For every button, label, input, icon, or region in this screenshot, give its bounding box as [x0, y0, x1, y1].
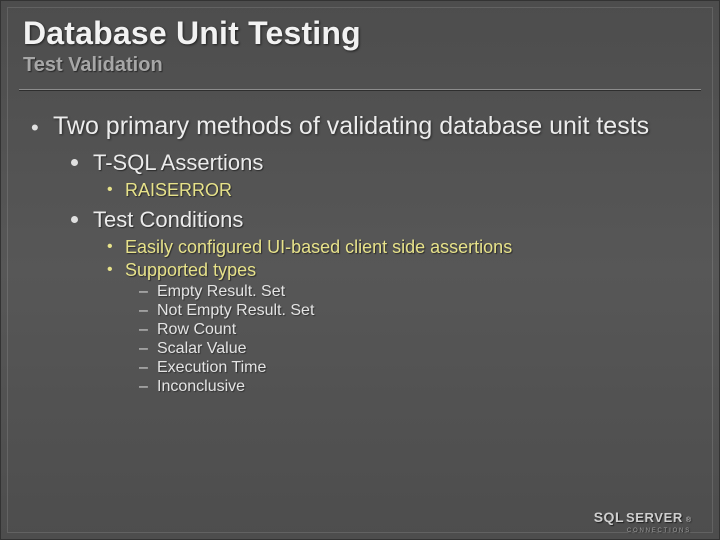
list-item: Empty Result. Set [139, 283, 691, 301]
logo-subtext: CONNECTIONS [627, 528, 691, 534]
bullet-list-level1: Two primary methods of validating databa… [29, 111, 691, 396]
slide-subtitle: Test Validation [23, 54, 697, 77]
slide: Database Unit Testing Test Validation Tw… [0, 0, 720, 540]
bullet-text: Row Count [157, 321, 236, 338]
list-item: RAISERROR [107, 180, 691, 201]
bullet-list-level3: Easily configured UI-based client side a… [93, 237, 691, 396]
logo-text-sql: SQL [594, 509, 624, 525]
bullet-text: Empty Result. Set [157, 283, 285, 300]
list-item: Supported types Empty Result. Set Not Em… [107, 260, 691, 396]
bullet-list-level3: RAISERROR [93, 180, 691, 201]
logo-text-server: SERVER [626, 510, 683, 525]
sqlserver-logo: SQL SERVER ® CONNECTIONS [594, 509, 691, 525]
bullet-text: Execution Time [157, 359, 266, 376]
list-item: Easily configured UI-based client side a… [107, 237, 691, 258]
slide-content: Two primary methods of validating databa… [1, 91, 719, 396]
list-item: Not Empty Result. Set [139, 302, 691, 320]
slide-header: Database Unit Testing Test Validation [1, 1, 719, 81]
bullet-text: Scalar Value [157, 340, 247, 357]
list-item: Row Count [139, 321, 691, 339]
bullet-text: Test Conditions [93, 207, 691, 233]
bullet-text: Easily configured UI-based client side a… [125, 237, 512, 257]
bullet-text: T-SQL Assertions [93, 150, 691, 176]
registered-icon: ® [686, 517, 691, 524]
list-item: Test Conditions Easily configured UI-bas… [67, 207, 691, 396]
list-item: T-SQL Assertions RAISERROR [67, 150, 691, 201]
list-item: Inconclusive [139, 378, 691, 396]
slide-title: Database Unit Testing [23, 15, 697, 52]
bullet-text: Inconclusive [157, 378, 245, 395]
list-item: Scalar Value [139, 340, 691, 358]
bullet-text: Two primary methods of validating databa… [53, 111, 691, 142]
bullet-list-level2: T-SQL Assertions RAISERROR Test Conditio… [53, 150, 691, 396]
list-item: Execution Time [139, 359, 691, 377]
bullet-text: Not Empty Result. Set [157, 302, 314, 319]
bullet-text: RAISERROR [125, 180, 232, 200]
bullet-list-level4: Empty Result. Set Not Empty Result. Set … [125, 283, 691, 396]
bullet-text: Supported types [125, 260, 256, 280]
list-item: Two primary methods of validating databa… [29, 111, 691, 396]
